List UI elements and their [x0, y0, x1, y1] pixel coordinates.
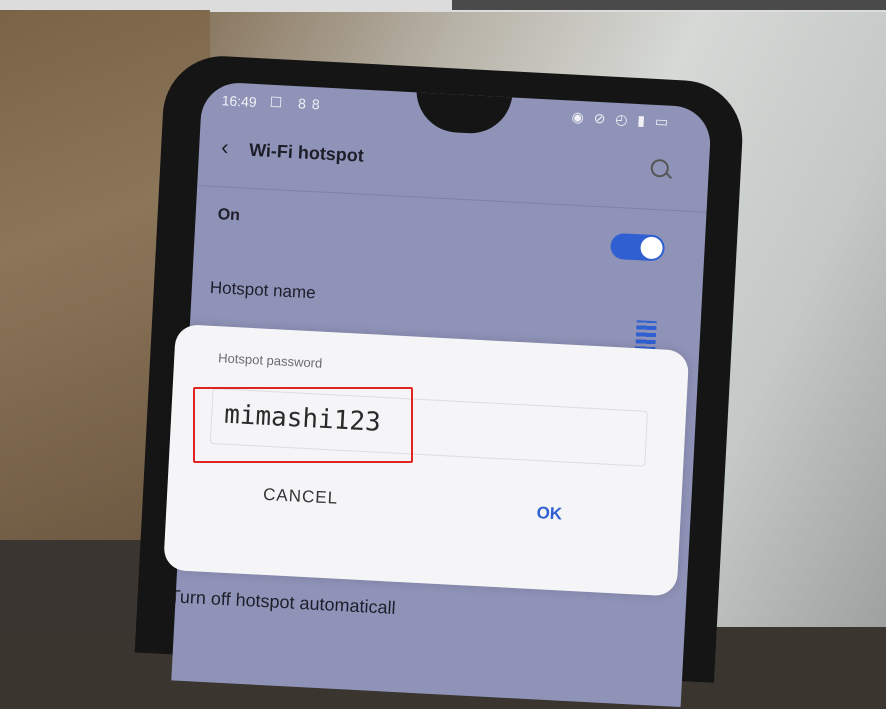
- auto-off-setting-label[interactable]: Turn off hotspot automaticall: [171, 586, 396, 619]
- status-time: 16:49: [221, 92, 258, 111]
- camera-notch: [414, 88, 513, 136]
- password-highlight-box: [193, 387, 413, 463]
- qr-code-icon[interactable]: [635, 320, 657, 352]
- ok-button[interactable]: OK: [536, 503, 562, 524]
- status-right-icons: ◉ ⊘ ◴ ▮ ▭: [571, 108, 672, 130]
- on-label: On: [217, 206, 241, 225]
- status-left-icons: ☐ 88: [269, 93, 327, 113]
- page-title: Wi-Fi hotspot: [248, 139, 365, 166]
- search-icon[interactable]: [650, 158, 670, 178]
- dialog-title: Hotspot password: [217, 350, 323, 371]
- toggle-knob: [640, 236, 664, 260]
- hotspot-toggle[interactable]: [609, 232, 666, 262]
- hotspot-name-label[interactable]: Hotspot name: [209, 278, 316, 304]
- back-arrow-icon[interactable]: ‹: [221, 134, 230, 160]
- top-strip-dark: [452, 0, 886, 10]
- cancel-button[interactable]: CANCEL: [263, 485, 339, 509]
- divider: [197, 185, 707, 213]
